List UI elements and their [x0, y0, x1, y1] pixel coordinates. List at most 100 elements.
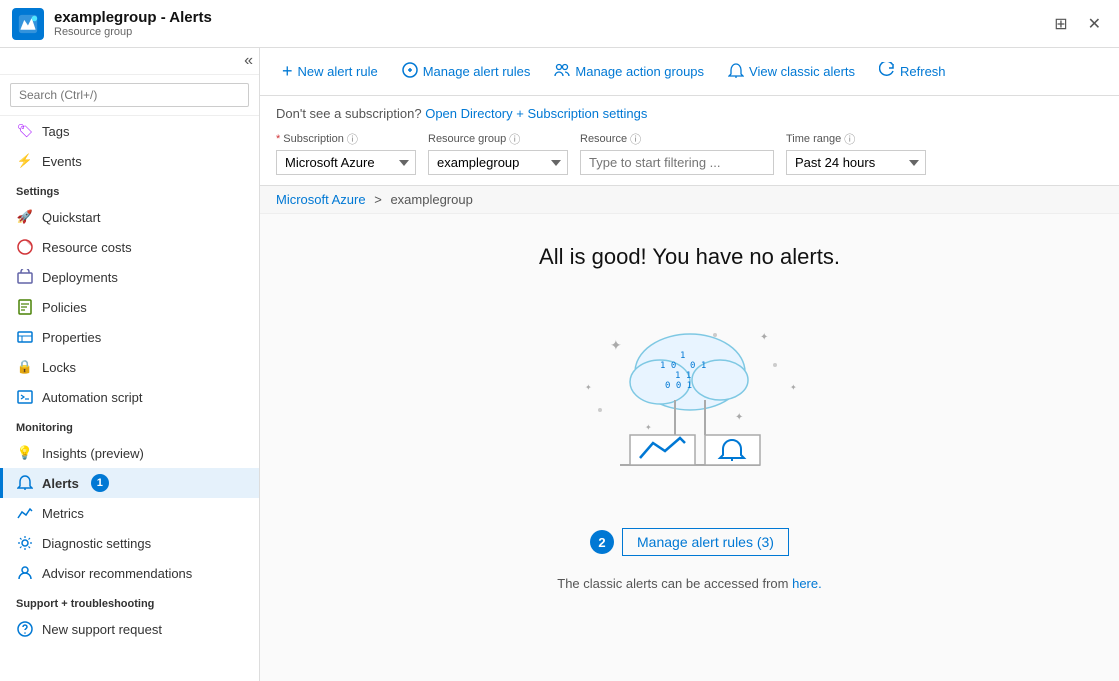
resource-group-filter: Resource group ⓘ examplegroup	[428, 131, 568, 175]
sidebar-item-policies[interactable]: Policies	[0, 292, 259, 322]
monitoring-section-label: Monitoring	[0, 412, 259, 438]
title-text: examplegroup - Alerts Resource group	[54, 9, 212, 38]
svg-text:✦: ✦	[610, 337, 622, 353]
sidebar-item-label: Resource costs	[42, 240, 132, 255]
svg-text:✦: ✦	[790, 383, 797, 392]
quickstart-icon: 🚀	[16, 208, 34, 226]
sidebar-top-bar: «	[0, 48, 259, 75]
sidebar-item-label: Metrics	[42, 506, 84, 521]
support-icon	[16, 620, 34, 638]
main-content: All is good! You have no alerts. ✦ ✦ ✦ ✦…	[260, 214, 1119, 681]
sidebar-item-label: Quickstart	[42, 210, 101, 225]
metrics-icon	[16, 504, 34, 522]
sidebar-item-advisor-recommendations[interactable]: Advisor recommendations	[0, 558, 259, 588]
sidebar-item-label: Advisor recommendations	[42, 566, 192, 581]
page-subtitle: Resource group	[54, 26, 212, 38]
main-layout: « 🏷 Tags ⚡ Events Settings 🚀 Quickstart …	[0, 48, 1119, 681]
title-bar-right: ⊞ ✕	[1048, 10, 1107, 38]
new-alert-rule-icon: +	[282, 61, 293, 82]
manage-alert-rules-button[interactable]: Manage alert rules	[392, 56, 541, 88]
tag-icon: 🏷	[16, 122, 34, 140]
subscription-select[interactable]: Microsoft Azure	[276, 150, 416, 175]
view-classic-alerts-label: View classic alerts	[749, 64, 855, 79]
sidebar-item-deployments[interactable]: Deployments	[0, 262, 259, 292]
svg-text:1 1: 1 1	[675, 371, 691, 381]
sidebar-item-locks[interactable]: 🔒 Locks	[0, 352, 259, 382]
advisor-icon	[16, 564, 34, 582]
manage-alert-rules-label: Manage alert rules	[423, 64, 531, 79]
sidebar-item-label: Tags	[42, 124, 69, 139]
search-input[interactable]	[10, 83, 249, 107]
sidebar-item-quickstart[interactable]: 🚀 Quickstart	[0, 202, 259, 232]
resource-group-label: Resource group ⓘ	[428, 131, 568, 147]
classic-here-link[interactable]: here.	[792, 576, 822, 591]
view-classic-alerts-button[interactable]: View classic alerts	[718, 56, 865, 88]
sidebar-item-properties[interactable]: Properties	[0, 322, 259, 352]
alerts-icon	[16, 474, 34, 492]
no-alerts-illustration: ✦ ✦ ✦ ✦ ✦ ✦ 1 0 1 1	[560, 300, 820, 500]
properties-icon	[16, 328, 34, 346]
sidebar-item-label: Deployments	[42, 270, 118, 285]
time-range-filter: Time range ⓘ Past 24 hours	[786, 131, 926, 175]
sidebar-item-new-support-request[interactable]: New support request	[0, 614, 259, 644]
close-button[interactable]: ✕	[1082, 10, 1107, 38]
sidebar-item-resource-costs[interactable]: Resource costs	[0, 232, 259, 262]
new-alert-rule-label: New alert rule	[298, 64, 378, 79]
manage-action-groups-button[interactable]: Manage action groups	[544, 56, 714, 88]
resource-input[interactable]	[580, 150, 774, 175]
sidebar-item-insights[interactable]: 💡 Insights (preview)	[0, 438, 259, 468]
time-range-label: Time range ⓘ	[786, 131, 926, 147]
open-directory-link[interactable]: Open Directory + Subscription settings	[425, 106, 647, 121]
new-alert-rule-button[interactable]: + New alert rule	[272, 55, 388, 88]
pin-button[interactable]: ⊞	[1048, 10, 1073, 38]
sidebar-item-events[interactable]: ⚡ Events	[0, 146, 259, 176]
events-icon: ⚡	[16, 152, 34, 170]
breadcrumb-separator: >	[374, 192, 382, 207]
diagnostic-settings-icon	[16, 534, 34, 552]
no-alerts-title: All is good! You have no alerts.	[539, 244, 840, 270]
toolbar: + New alert rule Manage alert rules Mana…	[260, 48, 1119, 96]
step-badge-2: 2	[590, 530, 614, 554]
page-title: examplegroup - Alerts	[54, 9, 212, 26]
sidebar-item-tags[interactable]: 🏷 Tags	[0, 116, 259, 146]
sidebar-item-automation-script[interactable]: Automation script	[0, 382, 259, 412]
subscription-label: * Subscription ⓘ	[276, 131, 416, 147]
support-section-label: Support + troubleshooting	[0, 588, 259, 614]
classic-alerts-notice: The classic alerts can be accessed from …	[557, 576, 821, 591]
sidebar-item-label: Properties	[42, 330, 101, 345]
sidebar-item-label: Diagnostic settings	[42, 536, 151, 551]
breadcrumb-current: examplegroup	[390, 192, 472, 207]
svg-text:✦: ✦	[585, 383, 592, 392]
svg-text:✦: ✦	[735, 412, 743, 423]
sidebar-item-label: Events	[42, 154, 82, 169]
sidebar-item-metrics[interactable]: Metrics	[0, 498, 259, 528]
svg-text:✦: ✦	[760, 332, 768, 343]
subscription-filter: * Subscription ⓘ Microsoft Azure	[276, 131, 416, 175]
notice-text: Don't see a subscription?	[276, 106, 422, 121]
automation-script-icon	[16, 388, 34, 406]
manage-alert-rules-link[interactable]: Manage alert rules (3)	[637, 534, 774, 550]
svg-text:1: 1	[680, 351, 685, 361]
alerts-badge: 1	[91, 474, 109, 492]
sidebar-collapse-button[interactable]: «	[244, 52, 253, 70]
refresh-button[interactable]: Refresh	[869, 56, 956, 88]
sidebar-search	[0, 75, 259, 116]
svg-text:0 1: 0 1	[690, 361, 706, 371]
time-range-select[interactable]: Past 24 hours	[786, 150, 926, 175]
resource-label: Resource ⓘ	[580, 131, 774, 147]
resource-group-select[interactable]: examplegroup	[428, 150, 568, 175]
manage-alert-rules-icon	[402, 62, 418, 82]
title-bar: examplegroup - Alerts Resource group ⊞ ✕	[0, 0, 1119, 48]
classic-notice-text: The classic alerts can be accessed from	[557, 576, 788, 591]
sidebar-item-label: Insights (preview)	[42, 446, 144, 461]
refresh-icon	[879, 62, 895, 82]
sidebar-item-label: Alerts	[42, 476, 79, 491]
deployments-icon	[16, 268, 34, 286]
policies-icon	[16, 298, 34, 316]
app-icon	[12, 8, 44, 40]
content-area: + New alert rule Manage alert rules Mana…	[260, 48, 1119, 681]
sidebar-item-diagnostic-settings[interactable]: Diagnostic settings	[0, 528, 259, 558]
sidebar-item-alerts[interactable]: Alerts 1	[0, 468, 259, 498]
sidebar-item-label: Policies	[42, 300, 87, 315]
breadcrumb-root[interactable]: Microsoft Azure	[276, 192, 366, 207]
